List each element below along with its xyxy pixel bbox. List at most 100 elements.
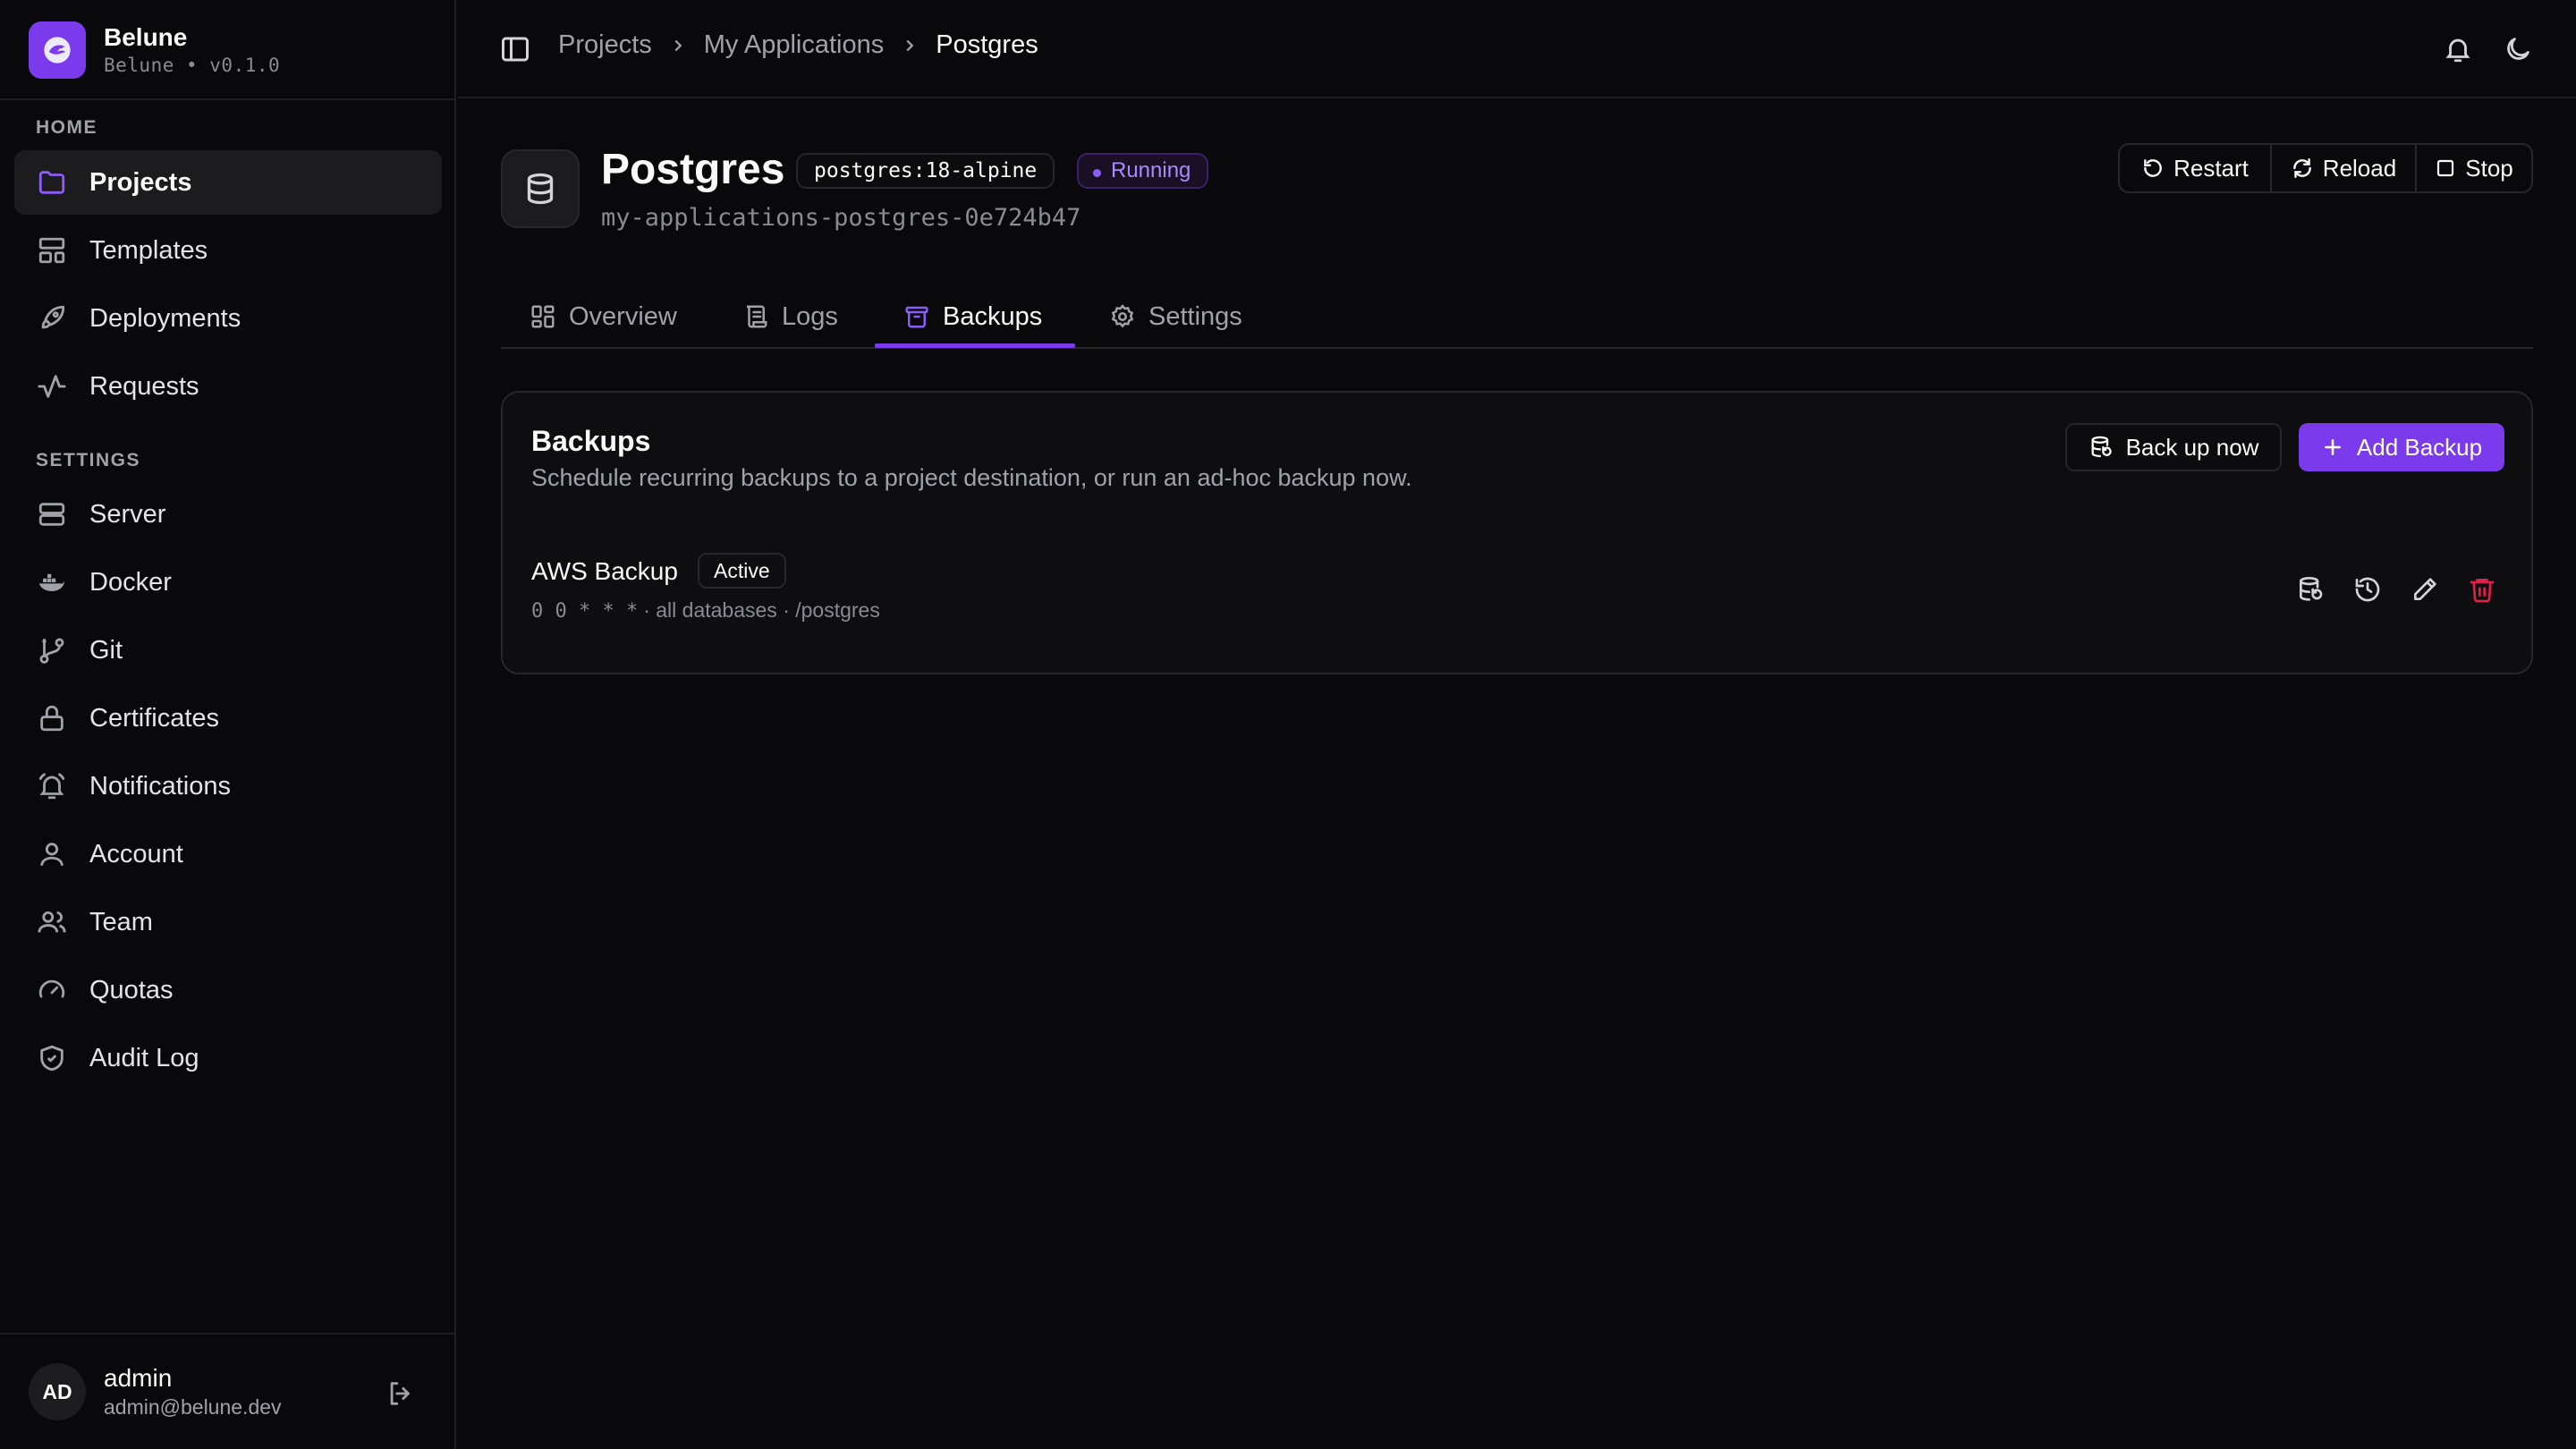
sidebar-item-certificates[interactable]: Certificates [14, 686, 442, 750]
trash-icon [2470, 579, 2495, 603]
back-up-now-label: Back up now [2125, 433, 2259, 461]
sidebar-item-label: Quotas [89, 975, 174, 1004]
tab-overview[interactable]: Overview [530, 284, 677, 349]
status-badge: Active [698, 553, 786, 589]
divider [0, 98, 456, 100]
moon-icon [2507, 38, 2529, 60]
app-name: Belune [104, 23, 188, 51]
sidebar-item-label: Templates [89, 235, 208, 265]
sidebar-item-server[interactable]: Server [14, 482, 442, 547]
sidebar-item-git[interactable]: Git [14, 618, 442, 682]
tab-backups[interactable]: Backups [903, 284, 1042, 349]
sidebar-toggle-button[interactable] [499, 33, 531, 65]
stop-label: Stop [2465, 154, 2513, 182]
restart-label: Restart [2174, 154, 2249, 182]
backup-meta: 0 0 * * * · all databases · /postgres [531, 598, 880, 623]
service-actions: Restart Reload Stop [2118, 143, 2533, 193]
service-tabs: Overview Logs Backups Settings [501, 284, 2533, 349]
sidebar-item-team[interactable]: Team [14, 890, 442, 954]
divider [0, 1333, 456, 1335]
tab-label: Overview [569, 301, 677, 331]
sidebar-item-projects[interactable]: Projects [14, 150, 442, 215]
sidebar-item-templates[interactable]: Templates [14, 218, 442, 283]
reload-button[interactable]: Reload [2270, 145, 2415, 191]
sidebar-item-label: Notifications [89, 771, 231, 801]
pencil-icon [2414, 578, 2436, 600]
stop-button[interactable]: Stop [2415, 145, 2531, 191]
refresh-icon [2292, 158, 2311, 178]
image-badge: postgres:18-alpine [796, 153, 1055, 189]
run-backup-button[interactable] [2292, 572, 2328, 607]
sidebar-item-label: Server [89, 499, 166, 529]
app-version: Belune • v0.1.0 [104, 55, 281, 76]
sidebar-item-docker[interactable]: Docker [14, 550, 442, 614]
backup-history-button[interactable] [2350, 572, 2385, 607]
gauge-icon [36, 974, 68, 1006]
avatar: AD [29, 1363, 86, 1420]
sidebar-item-label: Requests [89, 371, 199, 401]
tab-logs[interactable]: Logs [742, 284, 838, 349]
plus-icon [2325, 439, 2341, 455]
sidebar-item-label: Deployments [89, 303, 242, 333]
tab-label: Settings [1148, 301, 1242, 331]
logout-button[interactable] [383, 1376, 419, 1411]
bell-icon [2445, 38, 2470, 63]
user-email: admin@belune.dev [104, 1395, 282, 1419]
brand[interactable]: Belune Belune • v0.1.0 [29, 20, 280, 80]
notifications-button[interactable] [2441, 32, 2475, 66]
chevron-right-icon [900, 36, 919, 55]
activity-icon [36, 370, 68, 402]
gear-icon [1111, 304, 1134, 328]
sidebar-item-label: Certificates [89, 703, 220, 733]
backup-schedule: 0 0 * * * [531, 600, 639, 623]
breadcrumb-postgres: Postgres [936, 30, 1038, 59]
sidebar-item-quotas[interactable]: Quotas [14, 958, 442, 1022]
scroll-icon [746, 305, 767, 328]
shield-check-icon [36, 1042, 68, 1074]
delete-backup-button[interactable] [2464, 572, 2500, 607]
container-id: my-applications-postgres-0e724b47 [601, 204, 1081, 232]
card-description: Schedule recurring backups to a project … [531, 464, 1412, 491]
bell-ring-icon [36, 770, 68, 802]
chevron-right-icon [668, 36, 688, 55]
add-backup-label: Add Backup [2356, 433, 2483, 461]
panel-left-icon [502, 37, 529, 62]
back-up-now-button[interactable]: Back up now [2065, 423, 2282, 471]
add-backup-button[interactable]: Add Backup [2299, 423, 2504, 471]
sidebar-item-audit-log[interactable]: Audit Log [14, 1026, 442, 1090]
lock-icon [36, 702, 68, 734]
restart-button[interactable]: Restart [2120, 145, 2270, 191]
database-backup-icon [2091, 436, 2112, 458]
sidebar: Belune Belune • v0.1.0 HOME Projects Tem… [0, 0, 456, 1449]
sidebar-item-deployments[interactable]: Deployments [14, 286, 442, 351]
sidebar-item-requests[interactable]: Requests [14, 354, 442, 419]
git-branch-icon [36, 634, 68, 666]
docker-icon [36, 566, 68, 598]
user-profile[interactable]: AD admin admin@belune.dev [29, 1363, 282, 1420]
page-title: Postgres [601, 146, 785, 193]
theme-toggle-button[interactable] [2501, 32, 2535, 66]
server-icon [36, 498, 68, 530]
sidebar-item-label: Docker [89, 567, 172, 597]
sidebar-item-notifications[interactable]: Notifications [14, 754, 442, 818]
log-out-icon [390, 1382, 410, 1405]
edit-backup-button[interactable] [2407, 572, 2443, 607]
sidebar-item-label: Account [89, 839, 183, 869]
sidebar-item-label: Git [89, 635, 123, 665]
rocket-icon [36, 302, 68, 335]
card-title: Backups [531, 425, 651, 457]
sidebar-item-label: Team [89, 907, 153, 936]
breadcrumb-my-applications[interactable]: My Applications [704, 30, 885, 60]
archive-icon [905, 306, 928, 328]
section-label-home: HOME [36, 117, 97, 138]
breadcrumb-projects[interactable]: Projects [558, 30, 652, 60]
square-icon [2437, 159, 2454, 177]
user-name: admin [104, 1364, 173, 1392]
tab-label: Logs [782, 301, 838, 331]
user-icon [36, 838, 68, 870]
sidebar-item-label: Audit Log [89, 1043, 199, 1072]
folder-icon [36, 166, 68, 199]
rotate-ccw-icon [2144, 159, 2162, 177]
sidebar-item-account[interactable]: Account [14, 822, 442, 886]
tab-settings[interactable]: Settings [1109, 284, 1242, 349]
